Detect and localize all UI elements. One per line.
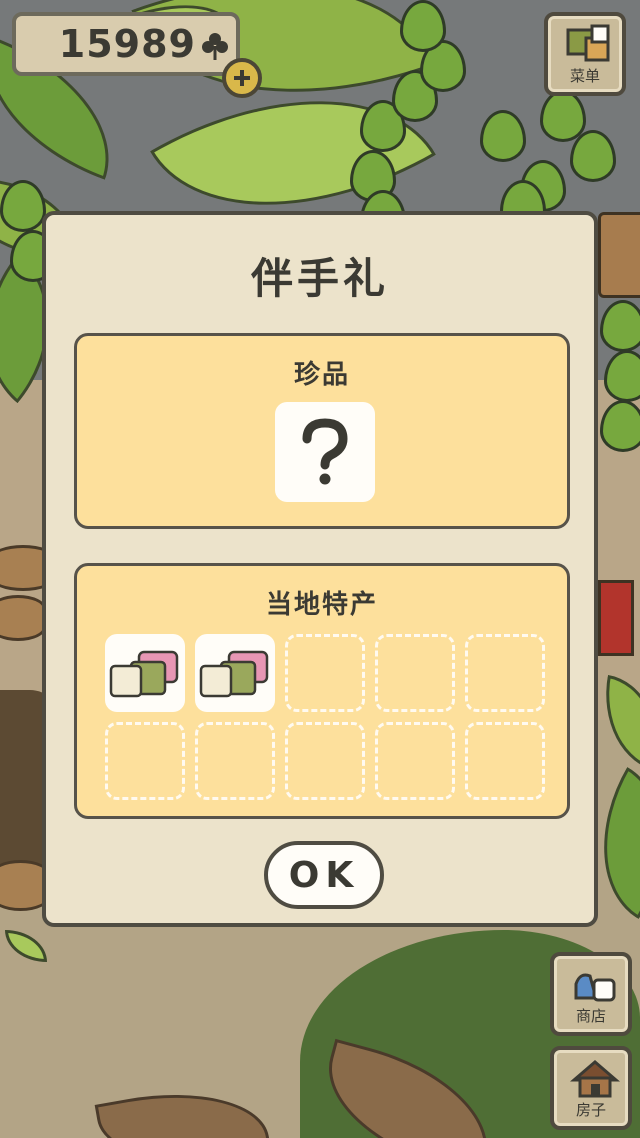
- souvenir-slot-empty: [195, 722, 275, 800]
- menu-cards-icon: [566, 24, 610, 62]
- house-label: 房子: [575, 1101, 606, 1119]
- sakura-mochi-icon: [109, 650, 179, 698]
- dialog-title: 伴手礼: [250, 254, 389, 303]
- add-clover-button[interactable]: [222, 58, 262, 98]
- clover-icon: [202, 33, 228, 60]
- souvenir-slot[interactable]: [105, 634, 185, 712]
- vine-leaf: [600, 300, 640, 352]
- sakura-mochi-icon: [199, 650, 269, 698]
- plus-icon: [234, 70, 250, 86]
- clover-count: 15989: [58, 22, 196, 66]
- house-button[interactable]: 房子: [550, 1046, 632, 1130]
- shop-label: 商店: [575, 1007, 606, 1025]
- house-icon: [570, 1060, 620, 1098]
- shop-button[interactable]: 商店: [550, 952, 632, 1036]
- souvenir-slot-empty: [285, 722, 365, 800]
- vine-leaf: [600, 400, 640, 452]
- menu-label: 菜单: [569, 67, 600, 85]
- wooden-post: [598, 580, 634, 656]
- shop-bag-icon: [574, 973, 616, 1002]
- souvenir-slot-empty: [465, 722, 545, 800]
- ok-button[interactable]: OK: [264, 841, 384, 909]
- local-specialty-panel: 当地特产: [74, 563, 570, 819]
- souvenir-slot-empty: [465, 634, 545, 712]
- souvenir-dialog: 伴手礼 珍品 当地特产 OK: [42, 211, 598, 927]
- question-mark-icon: [302, 418, 348, 485]
- souvenir-slot-empty: [285, 634, 365, 712]
- rare-item-panel: 珍品: [74, 333, 570, 529]
- wooden-fence: [598, 212, 640, 298]
- tree-stump: [0, 595, 46, 641]
- rare-item-slot[interactable]: [275, 402, 375, 502]
- rare-item-title: 珍品: [293, 360, 350, 390]
- souvenir-slot[interactable]: [195, 634, 275, 712]
- clover-counter: 15989: [12, 12, 240, 76]
- souvenir-slot-empty: [375, 634, 455, 712]
- souvenir-slot-empty: [105, 722, 185, 800]
- souvenir-slot-empty: [375, 722, 455, 800]
- menu-button[interactable]: 菜单: [544, 12, 626, 96]
- local-specialty-title: 当地特产: [265, 590, 378, 620]
